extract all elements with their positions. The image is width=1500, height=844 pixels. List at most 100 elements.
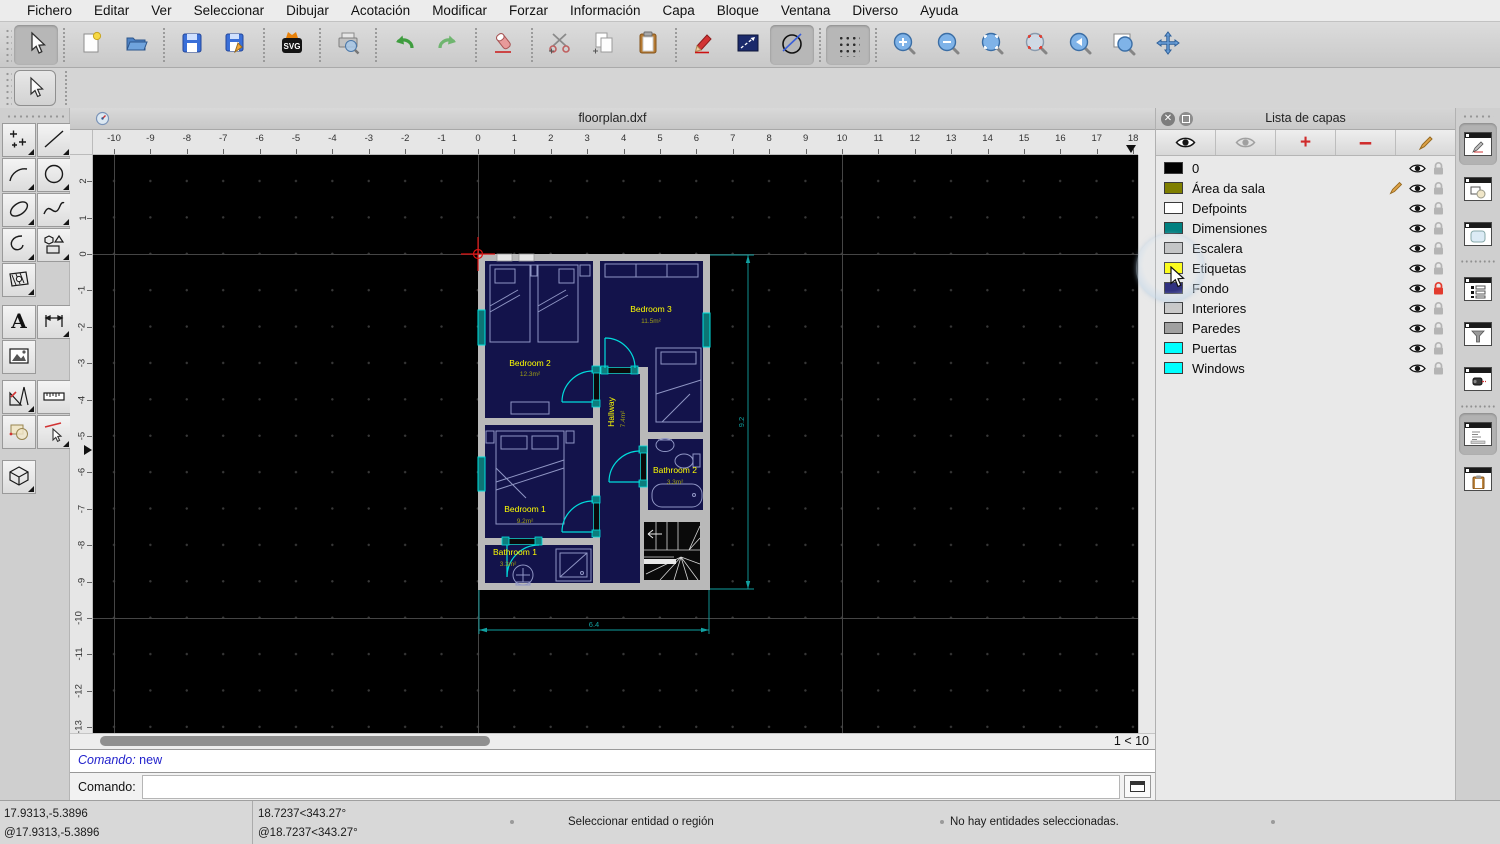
palette-grip[interactable] (5, 114, 64, 120)
points-tool-button[interactable] (2, 123, 36, 157)
visibility-eye-icon[interactable] (1409, 283, 1426, 294)
layer-color-swatch[interactable] (1164, 162, 1183, 174)
lock-icon[interactable] (1432, 241, 1445, 256)
blocks-tool-button[interactable] (2, 415, 36, 449)
hatch-tool-button[interactable] (2, 263, 36, 297)
menu-item-editar[interactable]: Editar (83, 3, 140, 18)
menu-item-modificar[interactable]: Modificar (421, 3, 498, 18)
floorplan-drawing[interactable]: Bedroom 2 12.3m² Bedroom 3 11.5m² Bedroo… (458, 234, 758, 644)
layer-row-interiores[interactable]: Interiores (1156, 298, 1455, 318)
visibility-eye-icon[interactable] (1409, 183, 1426, 194)
copy-button[interactable] (582, 25, 626, 65)
text-tool-button[interactable]: A (2, 305, 36, 339)
visibility-eye-icon[interactable] (1409, 203, 1426, 214)
lock-icon[interactable] (1432, 321, 1445, 336)
clipboard-panel-button[interactable] (1459, 458, 1497, 500)
measure-tool-button[interactable] (37, 380, 71, 414)
command-window-toggle-button[interactable] (1124, 775, 1151, 798)
menu-item-diverso[interactable]: Diverso (841, 3, 909, 18)
ortho-restrict-button[interactable] (726, 25, 770, 65)
layer-row-paredes[interactable]: Paredes (1156, 318, 1455, 338)
layer-color-swatch[interactable] (1164, 182, 1183, 194)
zoom-window-button[interactable] (1102, 25, 1146, 65)
polyline-tool-button[interactable] (2, 228, 36, 262)
shapes-tool-button[interactable] (37, 228, 71, 262)
redo-button[interactable] (426, 25, 470, 65)
command-input[interactable] (141, 774, 1120, 799)
layer-row-dimensiones[interactable]: Dimensiones (1156, 218, 1455, 238)
undo-button[interactable] (382, 25, 426, 65)
visibility-eye-icon[interactable] (1409, 163, 1426, 174)
menu-item-forzar[interactable]: Forzar (498, 3, 559, 18)
select-entity-tool-button[interactable] (37, 415, 71, 449)
svg-export-button[interactable]: SVG (270, 25, 314, 65)
dimension-tool-button[interactable] (37, 305, 71, 339)
layer-row-windows[interactable]: Windows (1156, 358, 1455, 378)
pointer-tool-button[interactable] (14, 24, 58, 65)
save-button[interactable] (170, 25, 214, 65)
snap-free-button[interactable] (770, 24, 814, 65)
command-line-panel-button[interactable] (1459, 413, 1497, 455)
dock-grip[interactable] (1462, 114, 1494, 120)
paste-button[interactable] (626, 25, 670, 65)
lock-icon[interactable] (1432, 181, 1445, 196)
menu-item-informacion[interactable]: Información (559, 3, 652, 18)
layer-row-area-da-sala[interactable]: Área da sala (1156, 178, 1455, 198)
cut-button[interactable] (538, 25, 582, 65)
vertical-scrollbar[interactable] (1138, 155, 1155, 733)
lock-icon[interactable] (1432, 161, 1445, 176)
pan-button[interactable] (1146, 25, 1190, 65)
block-list-panel-button[interactable] (1459, 168, 1497, 210)
panel-title-bar[interactable]: ✕ Lista de capas (1156, 108, 1455, 130)
visibility-eye-icon[interactable] (1409, 223, 1426, 234)
toolbar-grip[interactable] (5, 27, 12, 62)
layer-row-escalera[interactable]: Escalera (1156, 238, 1455, 258)
property-editor-panel-button[interactable] (1459, 123, 1497, 165)
lock-icon[interactable] (1432, 281, 1445, 296)
image-tool-button[interactable] (2, 340, 36, 374)
layer-color-swatch[interactable] (1164, 322, 1183, 334)
menu-item-seleccionar[interactable]: Seleccionar (183, 3, 276, 18)
layer-color-swatch[interactable] (1164, 202, 1183, 214)
lock-icon[interactable] (1432, 201, 1445, 216)
lock-icon[interactable] (1432, 341, 1445, 356)
layer-color-swatch[interactable] (1164, 242, 1183, 254)
remove-layer-button[interactable]: − (1336, 130, 1396, 155)
lock-icon[interactable] (1432, 361, 1445, 376)
circle-tool-button[interactable] (37, 158, 71, 192)
open-file-button[interactable] (114, 25, 158, 65)
layer-row-defpoints[interactable]: Defpoints (1156, 198, 1455, 218)
zoom-previous-button[interactable] (1058, 25, 1102, 65)
zoom-out-button[interactable] (926, 25, 970, 65)
spline-tool-button[interactable] (37, 193, 71, 227)
add-layer-button[interactable]: + (1276, 130, 1336, 155)
draw-pencil-button[interactable] (682, 25, 726, 65)
layer-list-panel-button[interactable] (1459, 268, 1497, 310)
zoom-auto-button[interactable] (970, 25, 1014, 65)
hide-all-layers-button[interactable] (1216, 130, 1276, 155)
menu-item-dibujar[interactable]: Dibujar (275, 3, 340, 18)
document-title-bar[interactable]: floorplan.dxf (70, 108, 1155, 130)
visibility-eye-icon[interactable] (1409, 263, 1426, 274)
visibility-eye-icon[interactable] (1409, 303, 1426, 314)
visibility-eye-icon[interactable] (1409, 323, 1426, 334)
visibility-eye-icon[interactable] (1409, 363, 1426, 374)
menu-item-capa[interactable]: Capa (652, 3, 706, 18)
toolbar-grip[interactable] (5, 71, 12, 105)
ellipse-tool-button[interactable] (2, 193, 36, 227)
save-as-button[interactable] (214, 25, 258, 65)
menu-item-bloque[interactable]: Bloque (706, 3, 770, 18)
scrollbar-thumb[interactable] (100, 736, 490, 746)
layer-row-etiquetas[interactable]: Etiquetas (1156, 258, 1455, 278)
3d-box-tool-button[interactable] (2, 460, 36, 494)
zoom-in-button[interactable] (882, 25, 926, 65)
lock-icon[interactable] (1432, 301, 1445, 316)
horizontal-scrollbar[interactable]: 1 < 10 (70, 733, 1155, 749)
edit-layer-button[interactable] (1396, 130, 1455, 155)
line-tool-button[interactable] (37, 123, 71, 157)
viewport-panel-button[interactable] (1459, 358, 1497, 400)
grid-snap-button[interactable] (826, 24, 870, 65)
selection-filter-panel-button[interactable] (1459, 313, 1497, 355)
show-all-layers-button[interactable] (1156, 130, 1216, 155)
layer-color-swatch[interactable] (1164, 362, 1183, 374)
